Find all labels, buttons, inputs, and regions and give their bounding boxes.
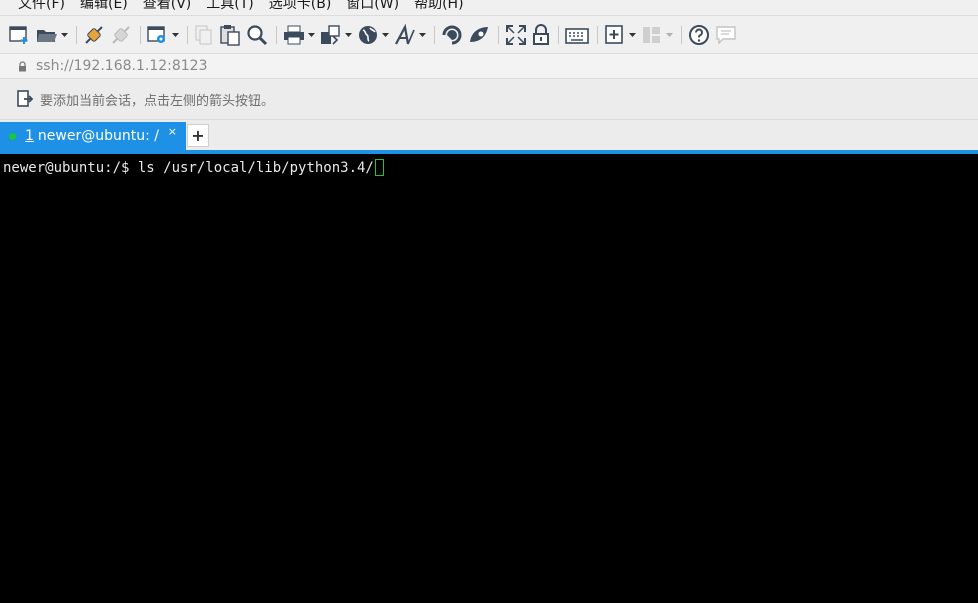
chevron-down-icon — [419, 32, 426, 37]
menu-bar: 文件(F) 编辑(E) 查看(V) 工具(T) 选项卡(B) 窗口(W) 帮助(… — [0, 0, 978, 16]
fullscreen-icon — [506, 24, 526, 45]
toolbar-separator — [498, 25, 499, 44]
terminal-cursor — [374, 159, 384, 176]
toolbar-separator — [597, 25, 598, 44]
chevron-down-icon — [629, 32, 636, 37]
chevron-down-icon — [61, 32, 68, 37]
find-button[interactable] — [246, 22, 268, 48]
add-session-arrow-icon[interactable] — [16, 90, 34, 108]
paste-icon — [220, 24, 240, 46]
new-session-icon — [9, 25, 28, 44]
menu-edit[interactable]: 编辑(E) — [80, 0, 128, 13]
toolbar-separator — [434, 25, 435, 44]
menu-tools[interactable]: 工具(T) — [206, 0, 253, 13]
chevron-down-icon — [345, 32, 352, 37]
font-icon — [395, 23, 415, 45]
globe-icon — [359, 25, 377, 44]
encoding-button[interactable] — [357, 22, 389, 48]
session-properties-button[interactable] — [147, 22, 179, 48]
layout-button[interactable] — [641, 22, 673, 48]
chevron-down-icon — [172, 32, 179, 37]
xftp-button[interactable] — [441, 22, 463, 48]
toolbar-separator — [76, 25, 77, 44]
tab-number: 1 — [25, 128, 34, 144]
help-button[interactable] — [688, 22, 710, 48]
menu-tabs[interactable]: 选项卡(B) — [269, 0, 332, 13]
xshell-button[interactable] — [468, 22, 490, 48]
font-button[interactable] — [394, 22, 426, 48]
new-session-button[interactable] — [9, 22, 31, 48]
layout-icon — [643, 26, 660, 43]
window-chrome: 文件(F) 编辑(E) 查看(V) 工具(T) 选项卡(B) 窗口(W) 帮助(… — [0, 0, 978, 150]
lock-icon — [533, 23, 549, 45]
toolbar-separator — [681, 25, 682, 44]
paste-button[interactable] — [219, 22, 241, 48]
toolbar-separator — [276, 25, 277, 44]
tab-bar: 1 newer@ubuntu: / × + — [0, 120, 978, 150]
open-session-button[interactable] — [36, 22, 68, 48]
help-icon — [689, 24, 709, 45]
terminal-line: newer@ubuntu:/$ ls /usr/local/lib/python… — [3, 159, 384, 176]
address-bar[interactable]: ssh://192.168.1.12:8123 — [0, 54, 978, 79]
keyboard-icon — [565, 27, 589, 44]
disconnect-button[interactable] — [110, 22, 132, 48]
hint-text: 要添加当前会话，点击左侧的箭头按钮。 — [40, 93, 275, 109]
address-url[interactable]: ssh://192.168.1.12:8123 — [36, 58, 207, 74]
connect-button[interactable] — [83, 22, 105, 48]
terminal[interactable]: newer@ubuntu:/$ ls /usr/local/lib/python… — [0, 154, 978, 603]
tab-session[interactable]: 1 newer@ubuntu: / × — [0, 122, 186, 150]
transfer-icon — [321, 24, 340, 45]
print-icon — [284, 25, 304, 44]
xshell-icon — [470, 26, 488, 42]
copy-button[interactable] — [194, 22, 214, 48]
chevron-down-icon — [666, 32, 673, 37]
disconnect-icon — [112, 25, 130, 44]
menu-file[interactable]: 文件(F) — [18, 0, 65, 13]
close-icon[interactable]: × — [168, 125, 177, 138]
session-hint-bar: 要添加当前会话，点击左侧的箭头按钮。 — [0, 79, 978, 120]
toolbar-separator — [558, 25, 559, 44]
session-properties-icon — [147, 25, 165, 43]
new-tab-button[interactable]: + — [187, 124, 209, 147]
menu-window[interactable]: 窗口(W) — [346, 0, 399, 13]
chat-icon — [716, 25, 736, 45]
connect-icon — [85, 25, 103, 44]
toolbar-separator — [140, 25, 141, 44]
print-button[interactable] — [283, 22, 315, 48]
lock-icon — [19, 60, 26, 71]
terminal-prompt: newer@ubuntu:/$ — [3, 160, 138, 176]
find-icon — [247, 24, 268, 45]
copy-icon — [195, 25, 212, 44]
toolbar — [0, 16, 978, 54]
add-icon — [605, 24, 623, 44]
tab-title: newer@ubuntu: / — [37, 128, 159, 144]
toolbar-separator — [187, 25, 188, 44]
chevron-down-icon — [382, 32, 389, 37]
menu-view[interactable]: 查看(V) — [143, 0, 192, 13]
connection-status-dot — [9, 132, 16, 140]
add-button[interactable] — [604, 22, 636, 48]
lock-button[interactable] — [532, 22, 550, 48]
xftp-icon — [442, 25, 462, 44]
terminal-command: ls /usr/local/lib/python3.4/ — [137, 160, 374, 176]
keyboard-button[interactable] — [565, 22, 589, 48]
fullscreen-button[interactable] — [505, 22, 527, 48]
menu-help[interactable]: 帮助(H) — [414, 0, 463, 13]
chevron-down-icon — [308, 32, 315, 37]
chat-button[interactable] — [715, 22, 737, 48]
transfer-button[interactable] — [320, 22, 352, 48]
open-folder-icon — [37, 29, 57, 42]
